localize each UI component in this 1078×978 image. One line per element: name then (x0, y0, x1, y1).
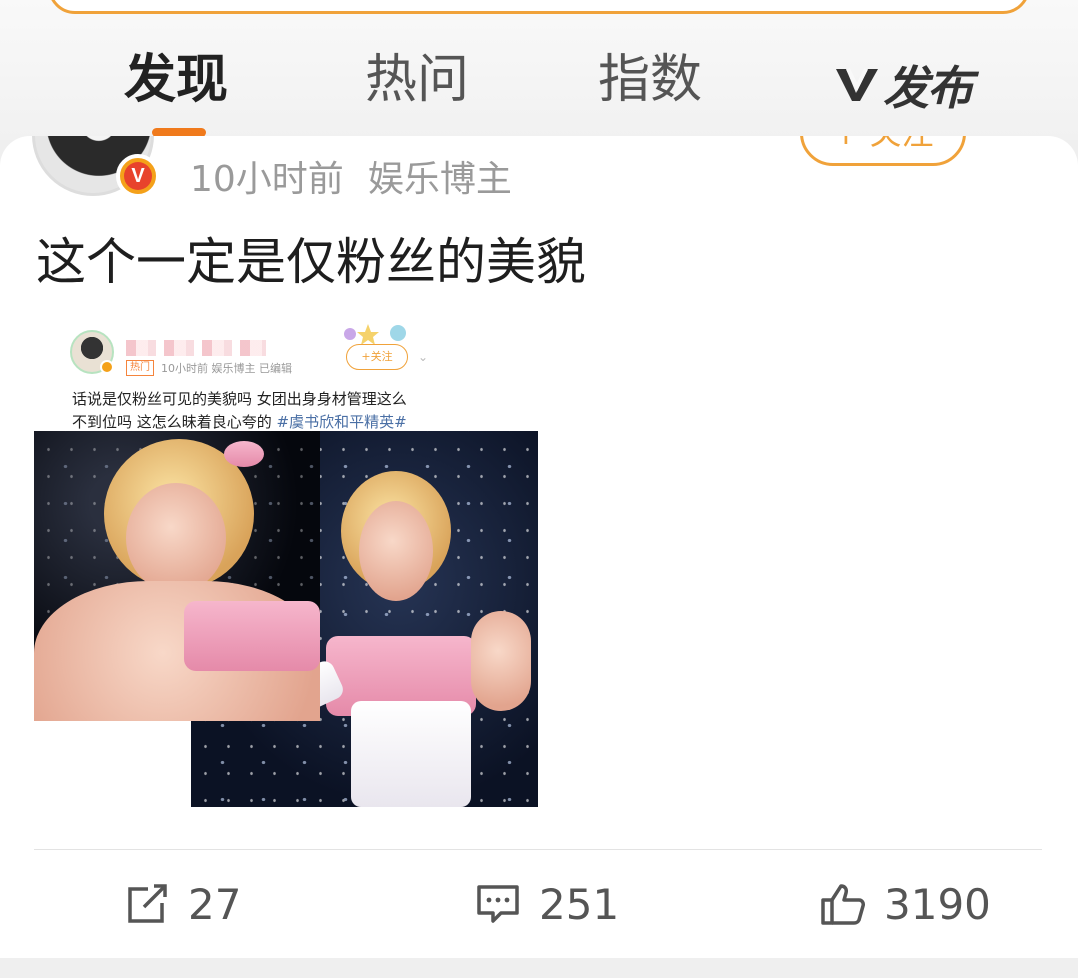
embedded-hot-badge: 热门 (126, 360, 154, 376)
v-logo-icon (836, 68, 878, 101)
follow-button[interactable]: + 关注 (800, 136, 966, 166)
embedded-text: 话说是仅粉丝可见的美貌吗 女团出身身材管理这么 不到位吗 这怎么昧着良心夸的 #… (72, 390, 407, 431)
tab-hot-questions[interactable]: 热问 (365, 48, 469, 112)
embedded-hashtag: #虞书欣和平精英# (276, 413, 407, 431)
thumbs-up-icon (821, 884, 865, 925)
divider (34, 849, 1042, 850)
photo-left (34, 431, 320, 721)
embedded-meta: 10小时前 娱乐博主 已编辑 (161, 362, 292, 375)
post-time: 10小时前 (190, 159, 344, 200)
share-button[interactable]: 27 (124, 879, 242, 929)
comment-count: 251 (539, 879, 620, 929)
comment-button[interactable]: 251 (475, 879, 620, 929)
tab-discover[interactable]: 发现 (124, 48, 228, 112)
author-role: 娱乐博主 (367, 159, 512, 200)
tab-index[interactable]: 指数 (598, 48, 702, 112)
post-text: 这个一定是仅粉丝的美貌 (36, 233, 586, 291)
share-count: 27 (188, 879, 242, 929)
verified-badge-icon: V (116, 154, 160, 198)
publish-button[interactable]: 发布 (833, 52, 973, 118)
like-button[interactable]: 3190 (820, 879, 991, 929)
post-meta: 10小时前 娱乐博主 (190, 150, 512, 202)
post-card: V 10小时前娱乐博主 + 关注 这个一定是仅粉丝的美貌 热门 10小时前 娱乐… (0, 136, 1078, 958)
chevron-down-icon: ⌄ (418, 350, 429, 364)
top-bar: 发现 热问 指数 发布 (0, 0, 1078, 140)
publish-label: 发布 (883, 61, 973, 115)
post-image[interactable]: 热门 10小时前 娱乐博主 已编辑 +关注 ⌄ 话说是仅粉丝可见的美貌吗 女团出… (34, 322, 540, 808)
embedded-follow-button: +关注 (346, 344, 408, 370)
embedded-verified-icon (100, 360, 114, 374)
blurred-username (126, 340, 266, 356)
comment-icon (477, 885, 519, 923)
share-icon (128, 884, 167, 923)
search-bar[interactable] (48, 0, 1030, 14)
like-count: 3190 (884, 879, 991, 929)
